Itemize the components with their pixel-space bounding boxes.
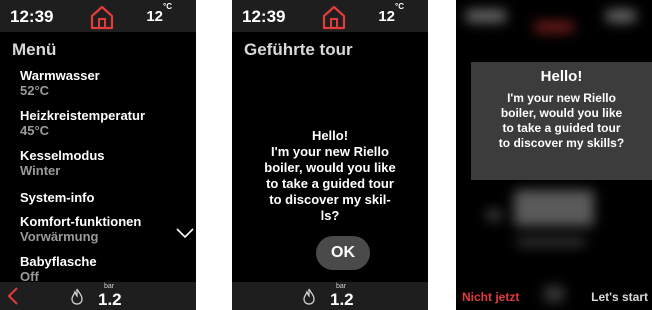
menu-screen: 12:39 12°C Menü Warmwasser 52°C Heizkrei… (0, 0, 196, 310)
dialog-line: I'm your new Riello (507, 91, 616, 105)
tour-message-line: ls? (320, 208, 340, 223)
welcome-dialog: Hello! I'm your new Riello boiler, would… (471, 62, 652, 180)
tour-message-line: boiler, would you like (264, 160, 396, 175)
menu-item-label: Babyflasche (20, 254, 97, 269)
menu-item-komfort-funktionen[interactable]: Komfort-funktionen Vorwärmung (20, 214, 190, 254)
dialog-line: to take a guided tour (502, 121, 621, 135)
back-icon[interactable] (6, 286, 20, 306)
tour-message-line: to take a guided tour (266, 176, 394, 191)
bottom-bar: bar 1.2 (0, 282, 196, 310)
menu-list: Warmwasser 52°C Heizkreistemperatur 45°C… (20, 68, 190, 294)
menu-item-value: Vorwärmung (20, 229, 99, 244)
menu-item-value: 52°C (20, 83, 50, 98)
tour-message-line: I'm your new Riello (271, 144, 389, 159)
menu-item-value: Winter (20, 163, 61, 178)
menu-item-warmwasser[interactable]: Warmwasser 52°C (20, 68, 190, 108)
menu-item-label: Warmwasser (20, 68, 100, 83)
home-icon[interactable] (88, 4, 116, 30)
welcome-dialog-screen: Hello! I'm your new Riello boiler, would… (456, 0, 652, 310)
outside-temperature: 12°C (378, 2, 404, 25)
bottom-bar: bar 1.2 (232, 282, 428, 310)
home-icon[interactable] (320, 4, 348, 30)
dialog-line: to discover my skills? (498, 136, 625, 150)
dialog-body: I'm your new Riello boiler, would you li… (487, 91, 637, 151)
status-bar: 12:39 12°C (0, 0, 196, 32)
pressure-value: 1.2 (98, 290, 122, 309)
tour-message: Hello! I'm your new Riello boiler, would… (250, 128, 410, 224)
page-title: Geführte tour (244, 40, 353, 59)
menu-item-label: Kesselmodus (20, 148, 105, 163)
status-bar: 12:39 12°C (232, 0, 428, 32)
menu-item-label: Heizkreistemperatur (20, 108, 145, 123)
dialog-title: Hello! (540, 68, 583, 85)
dialog-line: boiler, would you like (500, 106, 623, 120)
chevron-down-icon[interactable] (176, 228, 194, 238)
guided-tour-screen: 12:39 12°C Geführte tour Hello! I'm your… (232, 0, 428, 310)
flame-icon (303, 288, 315, 305)
pressure-unit: bar (104, 283, 115, 290)
pressure-unit: bar (336, 283, 347, 290)
menu-item-heizkreistemperatur[interactable]: Heizkreistemperatur 45°C (20, 108, 190, 148)
lets-start-button[interactable]: Let's start (591, 290, 648, 304)
page-title: Menü (12, 40, 57, 59)
menu-item-value: 45°C (20, 123, 50, 138)
menu-item-label: System-info (20, 190, 95, 205)
tour-message-title: Hello! (311, 128, 349, 143)
tour-message-line: to discover my skil- (269, 192, 391, 207)
menu-item-label: Komfort-funktionen (20, 214, 142, 229)
menu-item-system-info[interactable]: System-info (20, 188, 190, 214)
flame-icon (71, 288, 83, 305)
pressure-value: 1.2 (330, 290, 354, 309)
clock: 12:39 (10, 7, 54, 26)
not-now-button[interactable]: Nicht jetzt (462, 290, 519, 304)
clock: 12:39 (242, 7, 286, 26)
ok-button[interactable]: OK (316, 236, 370, 270)
menu-item-kesselmodus[interactable]: Kesselmodus Winter (20, 148, 190, 188)
outside-temperature: 12°C (146, 2, 172, 25)
